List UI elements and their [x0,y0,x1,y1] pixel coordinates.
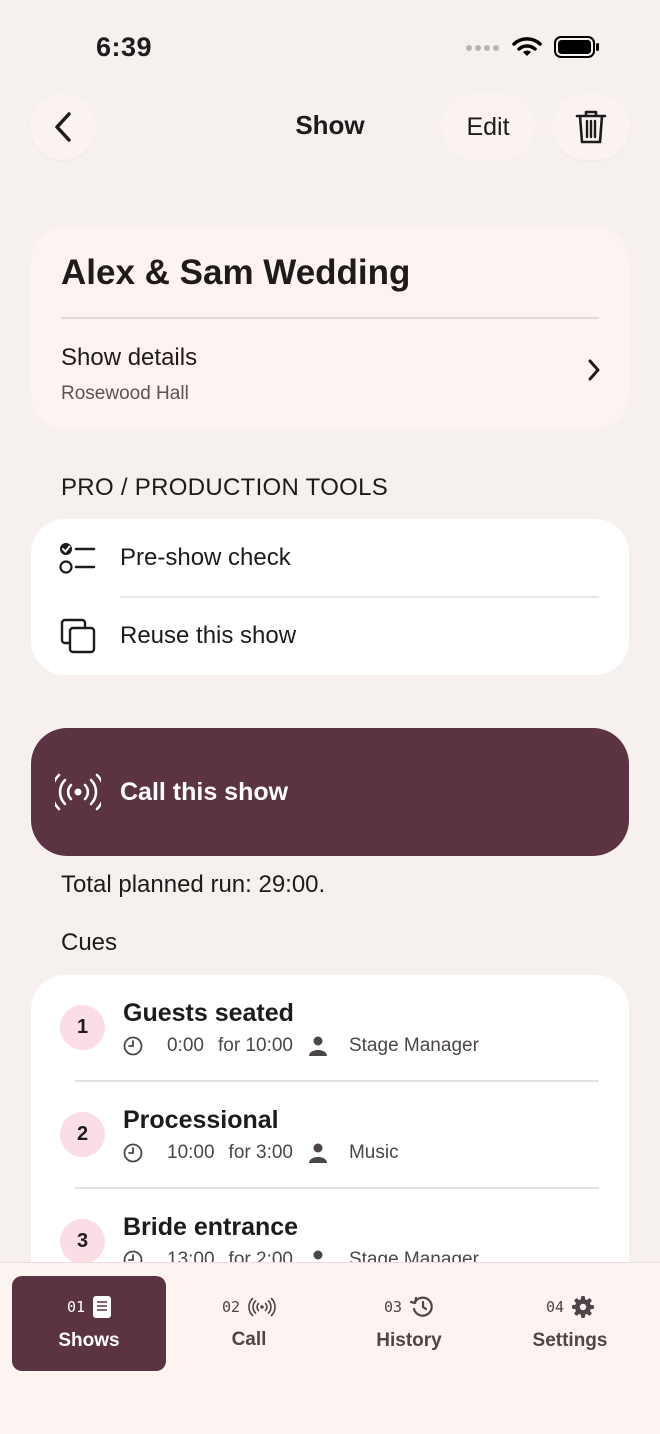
tab-header: 01 [66,1295,112,1318]
gear-icon [572,1295,595,1318]
call-this-show-label: Call this show [120,778,289,806]
cue-role: Stage Manager [348,1035,479,1056]
show-card: Alex & Sam Wedding Show details Rosewood… [31,227,629,429]
call-this-show-button[interactable]: Call this show [31,728,629,856]
delete-button[interactable] [552,94,630,160]
reuse-show-label: Reuse this show [120,622,297,649]
tab-index: 01 [66,1297,86,1316]
tab-index: 02 [221,1297,241,1316]
document-icon [93,1295,112,1318]
total-run-text: Total planned run: 29:00. [61,871,326,898]
history-icon [410,1296,433,1317]
tab-bar: 01 Shows 02 Call 03 History 04 Settings [0,1262,660,1434]
reuse-show-button[interactable]: Reuse this show [31,597,629,675]
tab-label: Settings [532,1329,608,1351]
cue-start-time: 0:00 [167,1035,204,1056]
clock-icon [123,1036,143,1056]
tab-index: 04 [545,1297,565,1316]
cue-meta: 0:00 for 10:00 Stage Manager [123,1035,479,1057]
section-header-tools: PRO / PRODUCTION TOOLS [61,474,389,501]
person-icon [308,1143,327,1163]
cue-start-time: 10:00 [167,1142,215,1163]
cue-role: Music [348,1142,399,1163]
cues-header: Cues [61,929,118,956]
battery-icon [554,36,599,58]
cue-title: Bride entrance [123,1213,299,1241]
cue-duration: for 10:00 [217,1035,293,1056]
tab-shows[interactable]: 01 Shows [12,1276,166,1371]
cue-number-badge: 2 [60,1112,105,1157]
tab-label: History [376,1329,442,1351]
tab-settings[interactable]: 04 Settings [493,1276,647,1371]
cue-row[interactable]: 1 Guests seated 0:00 for 10:00 Stage Man… [31,975,629,1082]
status-bar: 6:39 [0,0,660,96]
pre-show-check-button[interactable]: Pre-show check [31,519,629,598]
checklist-icon [59,543,96,574]
cues-list: 1 Guests seated 0:00 for 10:00 Stage Man… [31,975,629,1295]
tab-header: 02 [222,1297,276,1317]
wifi-icon [512,37,542,56]
tab-label: Shows [58,1329,120,1351]
cue-number-badge: 1 [60,1005,105,1050]
show-title: Alex & Sam Wedding [61,253,411,292]
cue-row[interactable]: 2 Processional 10:00 for 3:00 Music [31,1082,629,1189]
signal-icon [466,45,499,51]
person-icon [308,1036,327,1056]
pre-show-check-label: Pre-show check [120,544,291,571]
status-icons [466,36,600,58]
cue-title: Guests seated [123,999,294,1027]
edit-button[interactable]: Edit [441,94,535,160]
tab-header: 03 [384,1296,434,1318]
show-details-label: Show details [61,344,198,371]
status-time: 6:39 [96,32,153,62]
tab-call[interactable]: 02 Call [172,1276,326,1371]
navigation-bar: Show Edit [0,92,660,162]
broadcast-icon [55,773,101,811]
tools-card: Pre-show check Reuse this show [31,519,629,675]
trash-icon [575,110,607,144]
tab-history[interactable]: 03 History [332,1276,486,1371]
tab-label: Call [231,1328,267,1350]
show-details-row[interactable]: Show details Rosewood Hall [31,319,629,429]
tab-header: 04 [545,1295,595,1318]
clock-icon [123,1143,143,1163]
cue-meta: 10:00 for 3:00 Music [123,1142,399,1164]
cue-title: Processional [123,1106,279,1134]
chevron-right-icon [588,359,600,381]
broadcast-icon [248,1297,276,1316]
show-venue: Rosewood Hall [61,383,189,404]
cue-number-badge: 3 [60,1219,105,1264]
cue-duration: for 3:00 [228,1142,293,1163]
copy-icon [60,618,96,654]
tab-index: 03 [383,1297,403,1316]
